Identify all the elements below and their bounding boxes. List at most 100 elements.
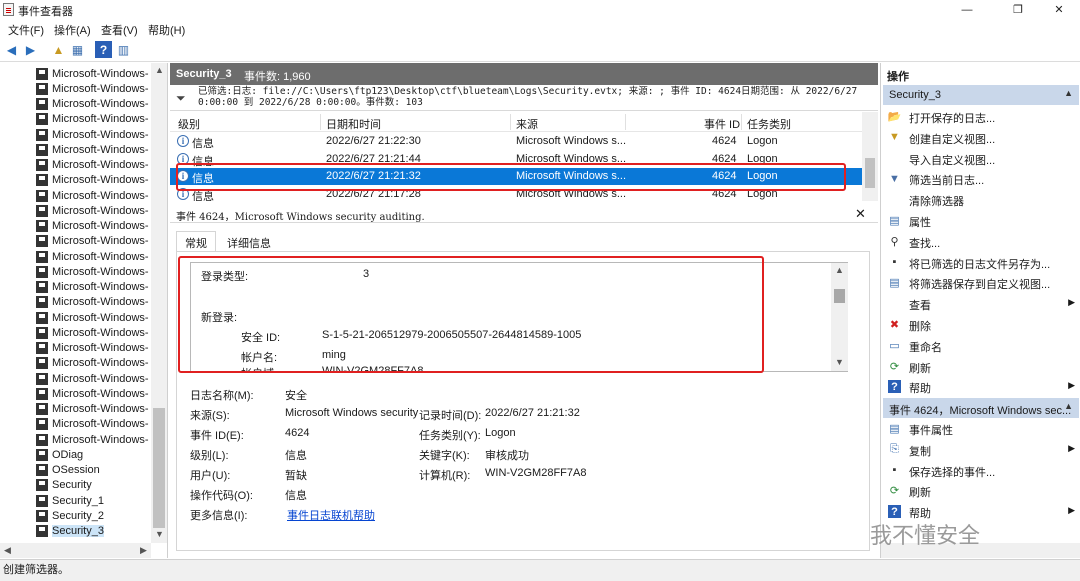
close-detail-icon[interactable]: ✕ (855, 206, 866, 222)
col-task-category[interactable]: 任务类别 (747, 116, 791, 132)
tree-item[interactable]: Microsoft-Windows- (36, 173, 149, 188)
tree-item-label: Security_2 (52, 509, 104, 522)
collapse-icon[interactable]: ▲ (1064, 88, 1073, 98)
col-event-id[interactable]: 事件 ID (704, 116, 740, 132)
tree-item-label: ODiag (52, 448, 84, 461)
tree-scrollbar[interactable]: ▲ ▼ (151, 63, 167, 543)
minimize-button[interactable]: — (944, 0, 990, 20)
log-icon (36, 448, 48, 461)
tree-item[interactable]: Microsoft-Windows- (36, 158, 149, 173)
action-item[interactable]: ⟳ 刷新 (885, 480, 1079, 500)
col-level[interactable]: 级别 (178, 116, 200, 132)
action-item[interactable]: ✖ 删除 (885, 314, 1079, 334)
tree-item[interactable]: Microsoft-Windows- (36, 386, 149, 401)
tab-general[interactable]: 常规 (176, 231, 216, 252)
tree-item[interactable]: Microsoft-Windows- (36, 417, 149, 432)
show-hide-tree-icon[interactable]: ▦ (69, 41, 86, 58)
action-pane-icon[interactable]: ▥ (115, 41, 132, 58)
tree-item[interactable]: Microsoft-Windows- (36, 325, 149, 340)
action-item[interactable]: ▼ 创建自定义视图... (885, 127, 1079, 147)
back-arrow-icon[interactable]: ◀ (3, 41, 20, 58)
tree-item[interactable]: Microsoft-Windows- (36, 66, 149, 81)
tree-item[interactable]: Microsoft-Windows- (36, 188, 149, 203)
online-help-link[interactable]: 事件日志联机帮助 (287, 507, 375, 523)
tree-item[interactable]: Microsoft-Windows- (36, 295, 149, 310)
table-row[interactable]: i 信息 2022/6/27 21:22:30 Microsoft Windows s… (170, 133, 862, 150)
action-item[interactable]: ▤ 属性 (885, 210, 1079, 230)
restore-button[interactable]: ❐ (995, 0, 1041, 20)
action-item[interactable]: ⎘ 复制 ▶ (885, 439, 1079, 459)
action-item[interactable]: ▭ 重命名 (885, 335, 1079, 355)
action-label: 重命名 (909, 341, 942, 354)
menu-view[interactable]: 查看(V) (101, 22, 138, 38)
action-item[interactable]: ⚲ 查找... (885, 231, 1079, 251)
tab-details[interactable]: 详细信息 (218, 231, 280, 252)
tree-item[interactable]: Microsoft-Windows- (36, 127, 149, 142)
tree-item[interactable]: Security_3 (36, 524, 104, 539)
tree-item[interactable]: Microsoft-Windows- (36, 280, 149, 295)
tree-item-label: Microsoft-Windows- (52, 204, 149, 217)
action-item[interactable]: ▪ 保存选择的事件... (885, 460, 1079, 480)
action-item[interactable]: ▤ 事件属性 (885, 418, 1079, 438)
tree-item[interactable]: Microsoft-Windows- (36, 432, 149, 447)
keywords-value: 审核成功 (485, 450, 529, 462)
tree-item[interactable]: Microsoft-Windows- (36, 142, 149, 157)
tree-item[interactable]: Microsoft-Windows- (36, 371, 149, 386)
actions-section-log[interactable]: Security_3 ▲ (883, 85, 1079, 105)
action-item[interactable]: 导入自定义视图... (885, 148, 1079, 168)
tree-item[interactable]: Microsoft-Windows- (36, 219, 149, 234)
menu-help[interactable]: 帮助(H) (148, 22, 185, 38)
tree-item[interactable]: Microsoft-Windows- (36, 97, 149, 112)
action-item[interactable]: 清除筛选器 (885, 189, 1079, 209)
action-label: 复制 (909, 445, 931, 458)
col-datetime[interactable]: 日期和时间 (326, 116, 381, 132)
tree-item[interactable]: Microsoft-Windows- (36, 112, 149, 127)
action-label: 属性 (909, 217, 931, 229)
tree-item[interactable]: Microsoft-Windows- (36, 264, 149, 279)
tree-item[interactable]: Security (36, 478, 92, 493)
refresh-icon: ⟳ (889, 360, 900, 373)
properties-icon: ▤ (889, 215, 900, 227)
action-item[interactable]: ▪ 将已筛选的日志文件另存为... (885, 252, 1079, 272)
tree-item[interactable]: OSession (36, 463, 100, 478)
tree-item[interactable]: Microsoft-Windows- (36, 356, 149, 371)
collapse-icon[interactable]: ▲ (1064, 401, 1073, 411)
tree-item[interactable]: ODiag (36, 447, 83, 462)
action-item[interactable]: 📂 打开保存的日志... (885, 106, 1079, 126)
action-item[interactable]: ⟳ 刷新 (885, 356, 1079, 376)
menu-file[interactable]: 文件(F) (8, 22, 44, 38)
help-icon[interactable]: ? (95, 41, 112, 58)
tree-item[interactable]: Microsoft-Windows- (36, 203, 149, 218)
actions-section-event[interactable]: 事件 4624，Microsoft Windows sec... ▲ (883, 398, 1079, 418)
up-folder-icon[interactable]: ▲ (50, 41, 67, 58)
forward-arrow-icon[interactable]: ▶ (22, 41, 39, 58)
action-item[interactable]: ▼ 筛选当前日志... (885, 168, 1079, 188)
log-icon (36, 296, 48, 309)
tree-item[interactable]: Microsoft-Windows- (36, 341, 149, 356)
close-button[interactable]: ✕ (1036, 0, 1080, 20)
submenu-arrow-icon: ▶ (1068, 297, 1075, 308)
description-scrollbar[interactable]: ▲ ▼ (831, 263, 848, 371)
tree-item[interactable]: Microsoft-Windows- (36, 310, 149, 325)
tree-item-label: Microsoft-Windows- (52, 82, 149, 95)
grid-scrollbar[interactable] (862, 112, 878, 201)
action-item[interactable]: ? 帮助 ▶ (885, 376, 1079, 396)
tree-item[interactable]: Microsoft-Windows- (36, 249, 149, 264)
tree-item[interactable]: Microsoft-Windows- (36, 234, 149, 249)
action-item[interactable]: ▤ 将筛选器保存到自定义视图... (885, 272, 1079, 292)
log-icon (36, 235, 48, 248)
menu-action[interactable]: 操作(A) (54, 22, 91, 38)
col-source[interactable]: 来源 (516, 116, 538, 132)
action-item[interactable]: 查看 ▶ (885, 293, 1079, 313)
tree-item[interactable]: Microsoft-Windows- (36, 81, 149, 96)
log-icon (36, 204, 48, 217)
tree-item-label: Microsoft-Windows- (52, 418, 149, 431)
filter-create-icon: ▼ (889, 131, 900, 144)
tree-item[interactable]: Microsoft-Windows- (36, 402, 149, 417)
tree-item-label: Microsoft-Windows- (52, 403, 149, 415)
tree-hscrollbar[interactable]: ◀ ▶ (0, 543, 151, 558)
tree-item[interactable]: Security_2 (36, 508, 104, 523)
title-bar: 事件查看器 — ❐ ✕ (0, 0, 1080, 20)
action-label: 将已筛选的日志文件另存为... (909, 258, 1051, 271)
tree-item[interactable]: Security_1 (36, 493, 104, 508)
